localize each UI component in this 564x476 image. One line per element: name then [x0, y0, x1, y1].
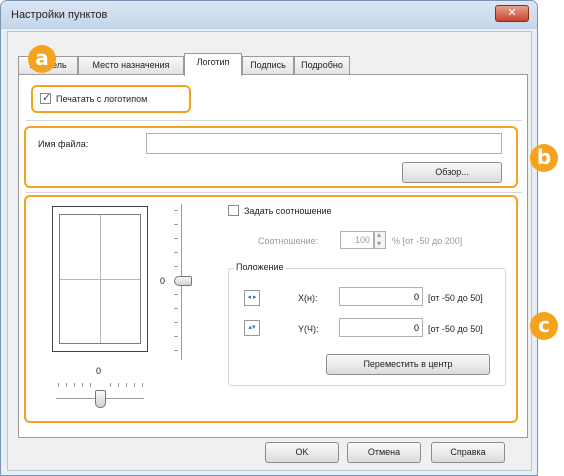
cancel-button[interactable]: Отмена	[347, 442, 421, 463]
close-button[interactable]: ✕	[495, 5, 529, 22]
window-title: Настройки пунктов	[11, 9, 108, 21]
title-bar: Настройки пунктов ✕	[1, 1, 537, 29]
callout-box-c	[24, 195, 518, 423]
divider	[26, 120, 522, 121]
help-button[interactable]: Справка	[431, 442, 505, 463]
callout-box-a	[31, 85, 191, 113]
callout-box-b	[24, 126, 518, 188]
divider	[26, 192, 522, 193]
tab-destination[interactable]: Место назначения	[78, 56, 184, 75]
callout-badge-a: a	[28, 45, 56, 73]
callout-badge-b: b	[530, 144, 558, 172]
tab-details[interactable]: Подробно	[294, 56, 350, 75]
ok-button[interactable]: OK	[265, 442, 339, 463]
tab-logo[interactable]: Логотип	[184, 53, 242, 76]
tab-signature[interactable]: Подпись	[242, 56, 294, 75]
callout-badge-c: c	[530, 312, 558, 340]
